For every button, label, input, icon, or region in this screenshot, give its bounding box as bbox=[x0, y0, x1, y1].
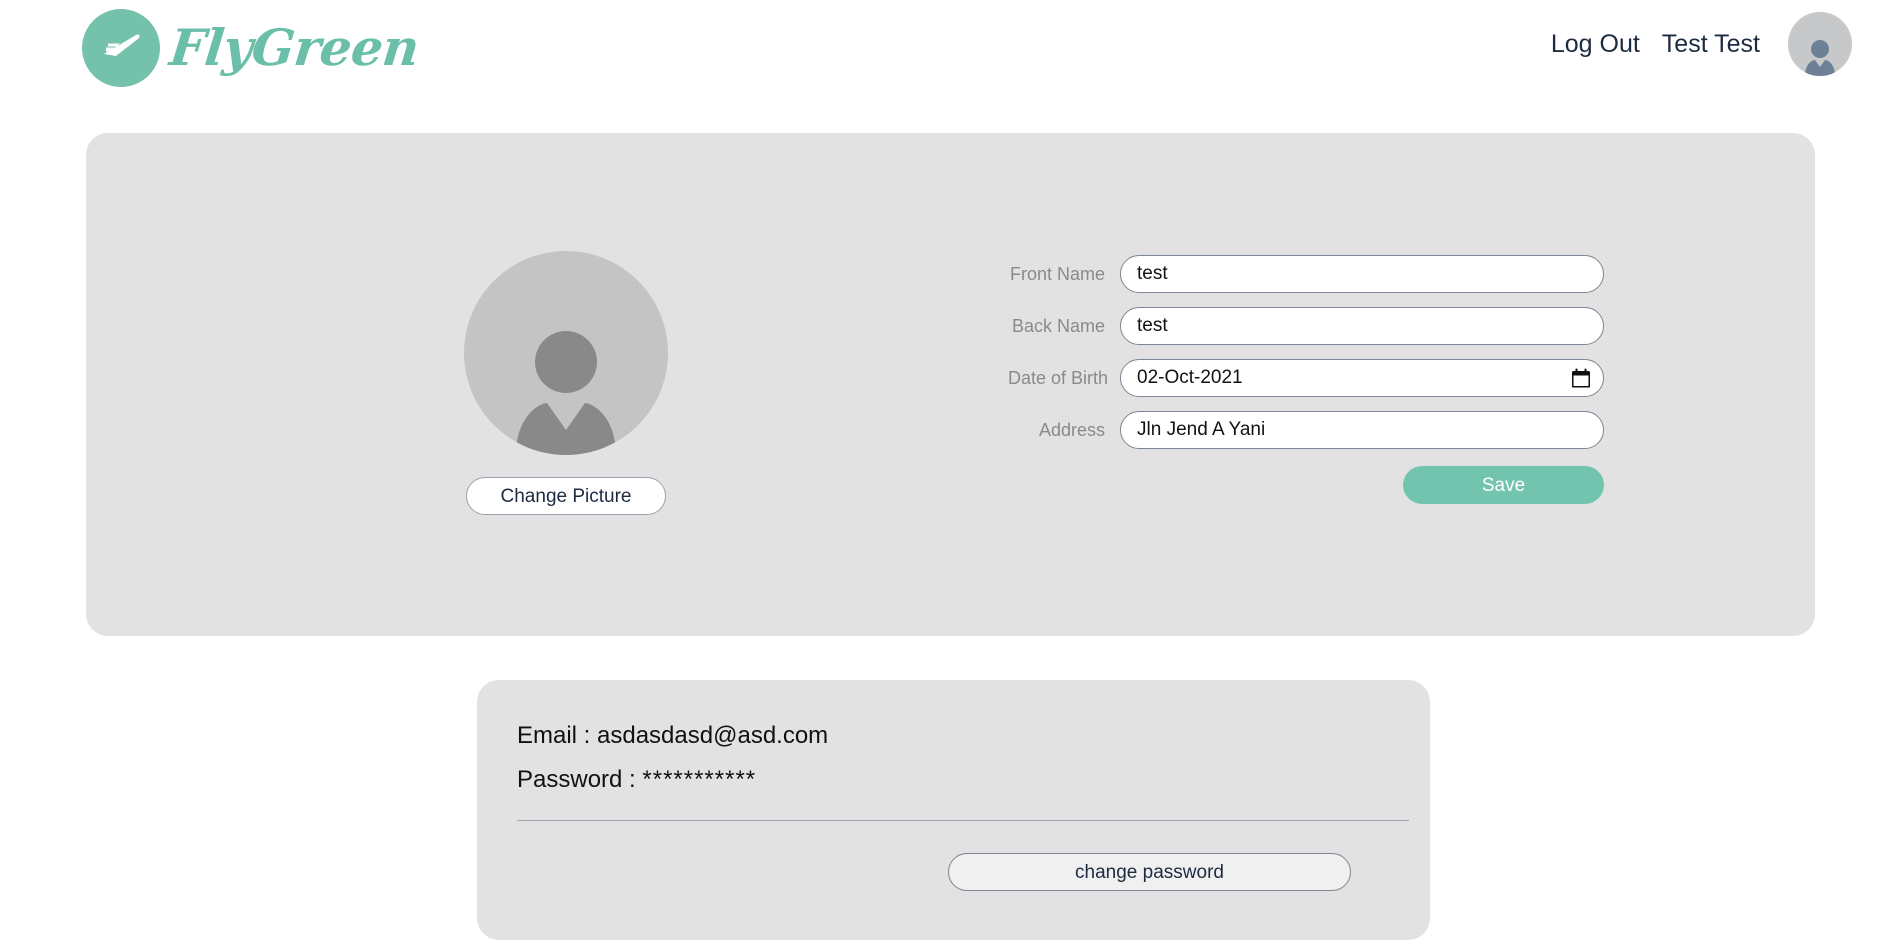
form-row-front-name: Front Name bbox=[1008, 255, 1608, 293]
credentials-actions: change password bbox=[517, 853, 1390, 891]
brand-name: FlyGreen bbox=[166, 18, 422, 77]
save-button[interactable]: Save bbox=[1403, 466, 1604, 504]
change-password-button[interactable]: change password bbox=[948, 853, 1351, 891]
form-row-back-name: Back Name bbox=[1008, 307, 1608, 345]
credentials-divider bbox=[517, 820, 1409, 821]
profile-panel: Change Picture Front Name Back Name Date… bbox=[86, 133, 1815, 636]
logout-link[interactable]: Log Out bbox=[1551, 30, 1640, 59]
form-row-date-of-birth: Date of Birth bbox=[1008, 359, 1608, 397]
header-username[interactable]: Test Test bbox=[1662, 30, 1760, 59]
password-line: Password : *********** bbox=[517, 766, 1390, 794]
save-row: Save bbox=[1008, 466, 1608, 504]
front-name-label: Front Name bbox=[1009, 263, 1105, 284]
address-input[interactable] bbox=[1120, 411, 1604, 449]
date-of-birth-wrapper bbox=[1120, 359, 1604, 397]
airplane-icon bbox=[82, 9, 160, 87]
profile-picture-section: Change Picture bbox=[406, 251, 726, 515]
credentials-panel: Email : asdasdasd@asd.com Password : ***… bbox=[477, 680, 1430, 940]
change-picture-button[interactable]: Change Picture bbox=[466, 477, 666, 515]
profile-form: Front Name Back Name Date of Birth bbox=[1008, 255, 1608, 504]
email-line: Email : asdasdasd@asd.com bbox=[517, 722, 829, 749]
header-nav: Log Out Test Test bbox=[1551, 12, 1852, 76]
user-avatar-icon[interactable] bbox=[1788, 12, 1852, 76]
brand-logo[interactable]: FlyGreen bbox=[82, 9, 422, 87]
back-name-input[interactable] bbox=[1120, 307, 1604, 345]
date-of-birth-input[interactable] bbox=[1120, 359, 1604, 397]
password-label: Password : bbox=[517, 766, 643, 793]
password-mask: *********** bbox=[642, 766, 757, 793]
date-of-birth-label: Date of Birth bbox=[1008, 367, 1109, 388]
back-name-label: Back Name bbox=[1011, 315, 1105, 336]
form-row-address: Address bbox=[1008, 411, 1608, 449]
address-label: Address bbox=[1038, 419, 1105, 440]
app-header: FlyGreen Log Out Test Test bbox=[0, 0, 1898, 100]
user-placeholder-icon[interactable] bbox=[464, 251, 668, 455]
front-name-input[interactable] bbox=[1120, 255, 1604, 293]
